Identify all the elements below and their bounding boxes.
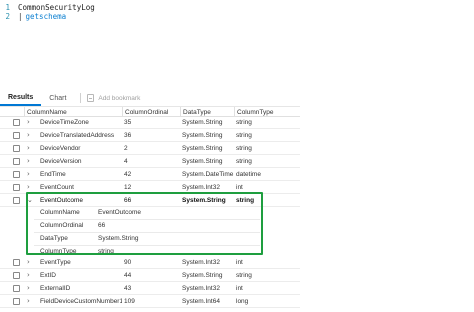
add-bookmark-label: Add bookmark	[98, 94, 141, 102]
cell-columnordinal: 43	[124, 285, 132, 292]
chevron-right-icon[interactable]: ›	[27, 297, 35, 306]
detail-value: 66	[98, 222, 106, 229]
chevron-right-icon[interactable]: ›	[27, 183, 35, 192]
row-checkbox[interactable]	[13, 285, 20, 292]
results-toolbar: Results Chart Add bookmark	[0, 88, 474, 106]
query-editor[interactable]: 1 CommonSecurityLog 2 | getschema	[0, 0, 474, 80]
table-row[interactable]: › EventCount 12 System.Int32 int	[0, 181, 300, 194]
cell-columntype: string	[236, 272, 252, 279]
cell-columnname: FieldDeviceCustomNumber1	[40, 298, 122, 305]
row-checkbox[interactable]	[13, 197, 20, 204]
detail-row: ColumnName EventOutcome	[34, 206, 260, 219]
cell-columnordinal: 2	[124, 145, 128, 152]
table-row[interactable]: › EventType 90 System.Int32 int	[0, 256, 300, 269]
cell-columntype: int	[236, 184, 243, 191]
row-checkbox[interactable]	[13, 184, 20, 191]
cell-columnordinal: 12	[124, 184, 132, 191]
code-line-2[interactable]: 2 | getschema	[0, 11, 66, 21]
tab-results[interactable]: Results	[0, 90, 42, 106]
row-checkbox[interactable]	[13, 259, 20, 266]
cell-columnordinal: 35	[124, 119, 132, 126]
table-row[interactable]: › ExtID 44 System.String string	[0, 269, 300, 282]
chevron-right-icon[interactable]: ›	[27, 118, 35, 127]
chevron-right-icon[interactable]: ›	[27, 131, 35, 140]
chevron-right-icon[interactable]: ›	[27, 271, 35, 280]
chevron-right-icon[interactable]: ›	[27, 170, 35, 179]
cell-columntype: datetime	[236, 171, 261, 178]
getschema-keyword: getschema	[25, 11, 67, 21]
row-checkbox[interactable]	[13, 158, 20, 165]
cell-datatype: System.String	[182, 158, 223, 165]
detail-label: ColumnOrdinal	[40, 222, 84, 229]
detail-row: ColumnOrdinal 66	[34, 219, 260, 232]
chevron-down-icon[interactable]: ⌄	[27, 196, 35, 205]
cell-columnordinal: 90	[124, 259, 132, 266]
cell-columnname: ExternalID	[40, 285, 71, 292]
detail-value: System.String	[98, 235, 139, 242]
cell-columntype: string	[236, 132, 252, 139]
cell-columnname: DeviceTimeZone	[40, 119, 89, 126]
cell-columnordinal: 42	[124, 171, 132, 178]
chevron-right-icon[interactable]: ›	[27, 284, 35, 293]
cell-columnname: DeviceTranslatedAddress	[40, 132, 115, 139]
cell-columnname: EventCount	[40, 184, 74, 191]
row-checkbox[interactable]	[13, 298, 20, 305]
tab-chart[interactable]: Chart	[41, 90, 74, 106]
cell-columntype: int	[236, 285, 243, 292]
bookmark-icon	[87, 94, 95, 102]
row-checkbox[interactable]	[13, 132, 20, 139]
detail-label: DataType	[40, 235, 68, 242]
cell-datatype: System.Int32	[182, 184, 220, 191]
cell-columntype: int	[236, 259, 243, 266]
cell-columnordinal: 4	[124, 158, 128, 165]
cell-columnordinal: 109	[124, 298, 135, 305]
table-row[interactable]: › ExternalID 43 System.Int32 int	[0, 282, 300, 295]
detail-value: EventOutcome	[98, 209, 141, 216]
cell-columntype: string	[236, 145, 252, 152]
chevron-right-icon[interactable]: ›	[27, 258, 35, 267]
detail-label: ColumnName	[40, 209, 80, 216]
cell-columntype: long	[236, 298, 249, 305]
detail-value: string	[98, 248, 114, 255]
chevron-right-icon[interactable]: ›	[27, 157, 35, 166]
detail-label: ColumnType	[40, 248, 77, 255]
cell-datatype: System.Int32	[182, 285, 220, 292]
line-number: 2	[5, 11, 10, 21]
pipe-operator: |	[18, 11, 23, 21]
cell-datatype: System.DateTime	[182, 171, 234, 178]
table-row[interactable]: › EndTime 42 System.DateTime datetime	[0, 168, 300, 181]
cell-datatype: System.String	[182, 272, 223, 279]
cell-columntype: string	[236, 158, 252, 165]
toolbar-divider	[80, 93, 82, 103]
row-checkbox[interactable]	[13, 145, 20, 152]
cell-columnname: DeviceVersion	[40, 158, 82, 165]
row-checkbox[interactable]	[13, 272, 20, 279]
table-row[interactable]: › DeviceVersion 4 System.String string	[0, 155, 300, 168]
cell-datatype: System.Int32	[182, 259, 220, 266]
table-row[interactable]: › DeviceTranslatedAddress 36 System.Stri…	[0, 129, 300, 142]
cell-columnname: EndTime	[40, 171, 66, 178]
add-bookmark-button[interactable]: Add bookmark	[87, 90, 140, 106]
table-row[interactable]: › DeviceVendor 2 System.String string	[0, 142, 300, 155]
cell-datatype: System.Int64	[182, 298, 220, 305]
cell-columnordinal: 44	[124, 272, 132, 279]
cell-datatype: System.String	[182, 119, 223, 126]
table-row[interactable]: › DeviceTimeZone 35 System.String string	[0, 116, 300, 129]
cell-columnname: EventType	[40, 259, 71, 266]
cell-columnname: DeviceVendor	[40, 145, 81, 152]
row-checkbox[interactable]	[13, 171, 20, 178]
cell-columnordinal: 36	[124, 132, 132, 139]
cell-columntype: string	[236, 119, 252, 126]
table-row[interactable]: › FieldDeviceCustomNumber1 109 System.In…	[0, 295, 300, 308]
cell-datatype: System.String	[182, 132, 223, 139]
chevron-right-icon[interactable]: ›	[27, 144, 35, 153]
row-checkbox[interactable]	[13, 119, 20, 126]
cell-columnname: ExtID	[40, 272, 56, 279]
cell-datatype: System.String	[182, 145, 223, 152]
detail-row: DataType System.String	[34, 232, 260, 245]
results-grid: ColumnName ColumnOrdinal DataType Column…	[0, 106, 474, 312]
